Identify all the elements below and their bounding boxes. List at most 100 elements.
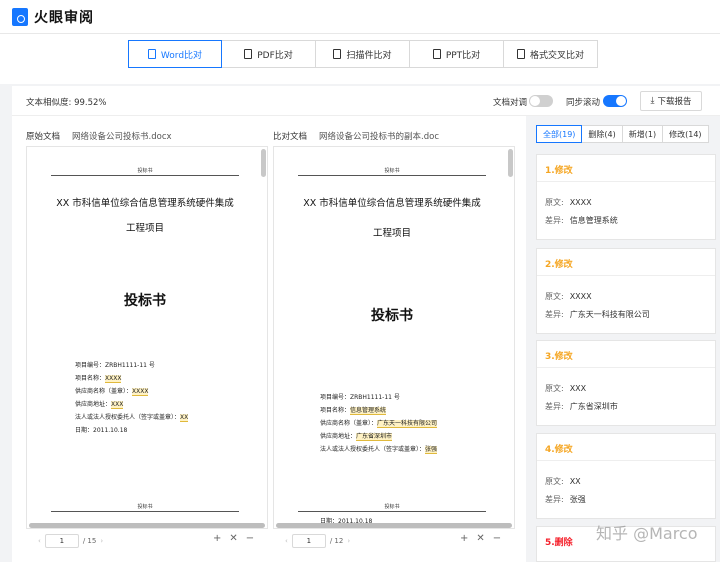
field-project-number: 项目编号：ZRBH1111-11 号 (75, 362, 155, 369)
diff-highlight[interactable]: 张强 (425, 446, 438, 454)
zoom-in-icon[interactable]: + (460, 533, 468, 544)
original-doc-pane[interactable]: 投标书 XX 市科信单位综合信息管理系统硬件集成 工程项目 投标书 项目编号：Z… (26, 146, 268, 529)
page-number-input[interactable]: 1 (44, 534, 79, 548)
tab-pdf-compare[interactable]: PDF比对 (222, 40, 316, 68)
pdf-file-icon (244, 49, 253, 59)
filter-modified[interactable]: 修改(14) (663, 125, 709, 143)
zoom-out-icon[interactable]: − (246, 533, 254, 544)
diff-item-4[interactable]: 4.修改 原文: XX 差异: 张强 (536, 433, 716, 519)
page-total: / 15 (82, 537, 97, 545)
diff-item-1[interactable]: 1.修改 原文: XXXX 差异: 信息管理系统 (536, 154, 716, 240)
app-logo-icon (12, 7, 28, 26)
divider (537, 181, 715, 182)
doc-swap-toggle[interactable] (529, 95, 553, 107)
app-name: 火眼审阅 (34, 9, 94, 26)
field-project-number: 项目编号：ZRBH1111-11 号 (320, 394, 400, 401)
next-page-header-text: 投标书 (384, 504, 400, 510)
page-header-text: 投标书 (137, 168, 153, 174)
field-legal-representative: 法人或法人授权委托人（签字或盖章）：张强 (320, 446, 438, 454)
page-header-rule (298, 175, 486, 176)
field-supplier-name: 供应商名称（盖章）：广东天一科技有限公司 (320, 420, 438, 428)
sync-scroll-toggle[interactable] (603, 95, 627, 107)
compare-zoom-controls: + ✕ − (460, 533, 501, 544)
filter-added[interactable]: 新增(1) (622, 125, 664, 143)
next-page-icon[interactable]: › (347, 537, 350, 545)
diff-original-row: 原文: XXX (545, 384, 587, 393)
diff-highlight[interactable]: 广东天一科技有限公司 (377, 420, 438, 428)
compare-toolbar: 文本相似度: 99.52% 文档对调 同步滚动 ⤓ 下载报告 (12, 86, 720, 116)
diff-highlight[interactable]: 信息管理系统 (350, 407, 387, 415)
next-page-header-rule (51, 511, 239, 512)
prev-page-icon[interactable]: ‹ (285, 537, 288, 545)
tab-scan-compare[interactable]: 扫描件比对 (316, 40, 410, 68)
filter-deleted[interactable]: 删除(4) (582, 125, 623, 143)
field-date: 日期：2011.10.18 (75, 427, 128, 434)
zoom-in-icon[interactable]: + (213, 533, 221, 544)
diff-highlight[interactable]: XXXX (105, 375, 122, 383)
original-zoom-controls: + ✕ − (213, 533, 254, 544)
doc-big-title: 投标书 (124, 293, 166, 309)
top-bar: 火眼审阅 (0, 0, 720, 34)
watermark-text: 知乎 @Marco (596, 524, 698, 543)
word-file-icon (147, 49, 156, 59)
doc-title-line2: 工程项目 (372, 228, 411, 239)
divider (537, 275, 715, 276)
diff-original-row: 原文: XXXX (545, 292, 592, 301)
divider (537, 460, 715, 461)
doc-swap-label: 文档对调 (493, 98, 528, 108)
diff-item-2[interactable]: 2.修改 原文: XXXX 差异: 广东天一科技有限公司 (536, 248, 716, 334)
diff-title: 4.修改 (545, 445, 573, 455)
download-icon: ⤓ (650, 96, 655, 106)
compare-type-bar: Word比对 PDF比对 扫描件比对 PPT比对 格式交叉比对 (0, 34, 720, 84)
similarity-value: 99.52% (74, 98, 107, 108)
page-total: / 12 (329, 537, 344, 545)
ppt-file-icon (432, 49, 441, 59)
next-page-header-rule (298, 511, 486, 512)
diff-item-3[interactable]: 3.修改 原文: XXX 差异: 广东省深圳市 (536, 340, 716, 426)
field-supplier-name: 供应商名称（盖章）：XXXX (75, 388, 149, 396)
compare-workspace: 文本相似度: 99.52% 文档对调 同步滚动 ⤓ 下载报告 原始文档 网络设备公司… (12, 86, 720, 562)
fit-icon[interactable]: ✕ (229, 533, 237, 544)
diff-difference-row: 差异: 信息管理系统 (545, 216, 618, 225)
field-supplier-address: 供应商地址：广东省深圳市 (320, 433, 393, 441)
next-page-icon[interactable]: › (100, 537, 103, 545)
page-header-text: 投标书 (384, 168, 400, 174)
doc-big-title: 投标书 (371, 308, 413, 324)
diff-original-row: 原文: XX (545, 477, 581, 486)
diff-original-row: 原文: XXXX (545, 198, 592, 207)
compare-type-tabs: Word比对 PDF比对 扫描件比对 PPT比对 格式交叉比对 (128, 40, 598, 68)
compare-pager: ‹ 1 / 12 › (281, 534, 354, 548)
zoom-out-icon[interactable]: − (493, 533, 501, 544)
field-supplier-address: 供应商地址：XXX (75, 401, 124, 409)
diff-list-panel: 全部(19) 删除(4) 新增(1) 修改(14) 1.修改 原文: XXXX 差… (526, 116, 720, 562)
next-page-header-text: 投标书 (137, 504, 153, 510)
prev-page-icon[interactable]: ‹ (38, 537, 41, 545)
field-legal-representative: 法人或法人授权委托人（签字或盖章）：XX (75, 414, 189, 422)
diff-highlight[interactable]: XXXX (132, 388, 149, 396)
original-pager: ‹ 1 / 15 › (34, 534, 107, 548)
filter-all[interactable]: 全部(19) (536, 125, 583, 143)
fit-icon[interactable]: ✕ (476, 533, 484, 544)
diff-highlight[interactable]: 广东省深圳市 (356, 433, 393, 441)
compare-doc-pane[interactable]: 投标书 XX 市科信单位综合信息管理系统硬件集成 工程项目 投标书 项目编号：Z… (273, 146, 515, 529)
compare-file-name: 网络设备公司投标书的副本.doc (319, 132, 439, 142)
page-header-rule (51, 175, 239, 176)
doc-title-line1: XX 市科信单位综合信息管理系统硬件集成 (56, 198, 234, 209)
doc-title-line2: 工程项目 (125, 223, 164, 234)
diff-title: 1.修改 (545, 166, 573, 176)
tab-ppt-compare[interactable]: PPT比对 (410, 40, 504, 68)
scan-icon (333, 49, 342, 59)
diff-highlight[interactable]: XXX (111, 401, 124, 409)
diff-highlight[interactable]: XX (180, 414, 189, 422)
compare-doc-header: 比对文档 网络设备公司投标书的副本.doc (273, 132, 439, 142)
tab-format-cross-compare[interactable]: 格式交叉比对 (504, 40, 598, 68)
field-project-name: 项目名称：信息管理系统 (320, 407, 387, 415)
download-report-button[interactable]: ⤓ 下载报告 (640, 91, 702, 111)
original-file-name: 网络设备公司投标书.docx (72, 132, 172, 142)
tab-word-compare[interactable]: Word比对 (128, 40, 222, 68)
diff-title: 3.修改 (545, 352, 573, 362)
diff-title: 5.删除 (545, 538, 573, 548)
horizontal-scrollbar[interactable] (29, 523, 265, 528)
horizontal-scrollbar[interactable] (276, 523, 512, 528)
page-number-input[interactable]: 1 (291, 534, 326, 548)
